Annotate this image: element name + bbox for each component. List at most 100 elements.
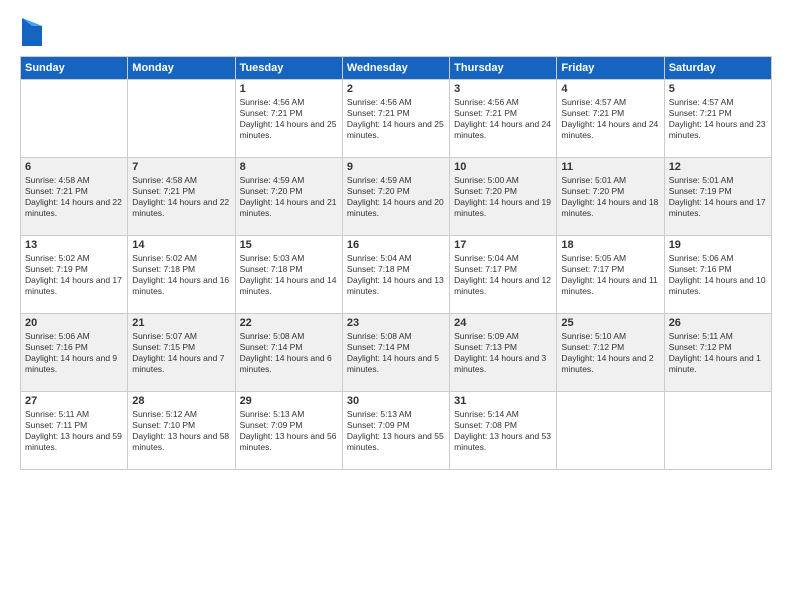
calendar-cell: 7Sunrise: 4:58 AMSunset: 7:21 PMDaylight… bbox=[128, 158, 235, 236]
day-number: 24 bbox=[454, 317, 552, 329]
logo bbox=[20, 18, 42, 46]
cell-info: Sunrise: 5:05 AMSunset: 7:17 PMDaylight:… bbox=[561, 253, 659, 297]
cell-info: Sunrise: 5:11 AMSunset: 7:12 PMDaylight:… bbox=[669, 331, 767, 375]
cell-info: Sunrise: 5:07 AMSunset: 7:15 PMDaylight:… bbox=[132, 331, 230, 375]
calendar-cell bbox=[21, 80, 128, 158]
cell-info: Sunrise: 5:08 AMSunset: 7:14 PMDaylight:… bbox=[240, 331, 338, 375]
cell-info: Sunrise: 5:06 AMSunset: 7:16 PMDaylight:… bbox=[25, 331, 123, 375]
cell-info: Sunrise: 5:02 AMSunset: 7:18 PMDaylight:… bbox=[132, 253, 230, 297]
cell-info: Sunrise: 5:03 AMSunset: 7:18 PMDaylight:… bbox=[240, 253, 338, 297]
day-number: 4 bbox=[561, 83, 659, 95]
header-day-sunday: Sunday bbox=[21, 57, 128, 80]
cell-info: Sunrise: 5:12 AMSunset: 7:10 PMDaylight:… bbox=[132, 409, 230, 453]
day-number: 2 bbox=[347, 83, 445, 95]
day-number: 26 bbox=[669, 317, 767, 329]
calendar-cell bbox=[128, 80, 235, 158]
header-day-tuesday: Tuesday bbox=[235, 57, 342, 80]
calendar-cell: 4 Sunrise: 4:57 AMSunset: 7:21 PMDaylight… bbox=[557, 80, 664, 158]
day-number: 6 bbox=[25, 161, 123, 173]
calendar-cell bbox=[664, 392, 771, 470]
cell-info: Sunrise: 5:10 AMSunset: 7:12 PMDaylight:… bbox=[561, 331, 659, 375]
page: SundayMondayTuesdayWednesdayThursdayFrid… bbox=[0, 0, 792, 612]
header-row: SundayMondayTuesdayWednesdayThursdayFrid… bbox=[21, 57, 772, 80]
calendar-cell: 16Sunrise: 5:04 AMSunset: 7:18 PMDayligh… bbox=[342, 236, 449, 314]
cell-info: Sunrise: 5:00 AMSunset: 7:20 PMDaylight:… bbox=[454, 175, 552, 219]
calendar-cell: 3Sunrise: 4:56 AMSunset: 7:21 PMDaylight… bbox=[450, 80, 557, 158]
header-day-wednesday: Wednesday bbox=[342, 57, 449, 80]
calendar-cell: 8 Sunrise: 4:59 AMSunset: 7:20 PMDaylight… bbox=[235, 158, 342, 236]
cell-info: Sunrise: 4:57 AMSunset: 7:21 PMDaylight:… bbox=[561, 97, 659, 141]
day-number: 7 bbox=[132, 161, 230, 173]
calendar-header: SundayMondayTuesdayWednesdayThursdayFrid… bbox=[21, 57, 772, 80]
header-day-thursday: Thursday bbox=[450, 57, 557, 80]
calendar-cell: 14 Sunrise: 5:02 AMSunset: 7:18 PMDayligh… bbox=[128, 236, 235, 314]
calendar-cell: 24 Sunrise: 5:09 AMSunset: 7:13 PMDayligh… bbox=[450, 314, 557, 392]
calendar-cell: 17 Sunrise: 5:04 AMSunset: 7:17 PMDayligh… bbox=[450, 236, 557, 314]
logo-icon bbox=[22, 18, 42, 46]
calendar-body: 1 Sunrise: 4:56 AMSunset: 7:21 PMDaylight… bbox=[21, 80, 772, 470]
calendar-cell: 22 Sunrise: 5:08 AMSunset: 7:14 PMDayligh… bbox=[235, 314, 342, 392]
day-number: 31 bbox=[454, 395, 552, 407]
cell-info: Sunrise: 5:04 AMSunset: 7:17 PMDaylight:… bbox=[454, 253, 552, 297]
calendar-cell: 5 Sunrise: 4:57 AMSunset: 7:21 PMDaylight… bbox=[664, 80, 771, 158]
day-number: 5 bbox=[669, 83, 767, 95]
week-row-4: 20Sunrise: 5:06 AMSunset: 7:16 PMDayligh… bbox=[21, 314, 772, 392]
calendar-cell: 6Sunrise: 4:58 AMSunset: 7:21 PMDaylight… bbox=[21, 158, 128, 236]
week-row-1: 1 Sunrise: 4:56 AMSunset: 7:21 PMDaylight… bbox=[21, 80, 772, 158]
calendar-cell: 28 Sunrise: 5:12 AMSunset: 7:10 PMDayligh… bbox=[128, 392, 235, 470]
calendar-cell: 18Sunrise: 5:05 AMSunset: 7:17 PMDayligh… bbox=[557, 236, 664, 314]
calendar-cell: 26 Sunrise: 5:11 AMSunset: 7:12 PMDayligh… bbox=[664, 314, 771, 392]
cell-info: Sunrise: 4:57 AMSunset: 7:21 PMDaylight:… bbox=[669, 97, 767, 141]
day-number: 29 bbox=[240, 395, 338, 407]
calendar-cell: 23 Sunrise: 5:08 AMSunset: 7:14 PMDayligh… bbox=[342, 314, 449, 392]
day-number: 8 bbox=[240, 161, 338, 173]
calendar-table: SundayMondayTuesdayWednesdayThursdayFrid… bbox=[20, 56, 772, 470]
cell-info: Sunrise: 5:01 AMSunset: 7:20 PMDaylight:… bbox=[561, 175, 659, 219]
cell-info: Sunrise: 4:59 AMSunset: 7:20 PMDaylight:… bbox=[347, 175, 445, 219]
cell-info: Sunrise: 5:04 AMSunset: 7:18 PMDaylight:… bbox=[347, 253, 445, 297]
cell-info: Sunrise: 5:06 AMSunset: 7:16 PMDaylight:… bbox=[669, 253, 767, 297]
cell-info: Sunrise: 4:59 AMSunset: 7:20 PMDaylight:… bbox=[240, 175, 338, 219]
day-number: 25 bbox=[561, 317, 659, 329]
day-number: 3 bbox=[454, 83, 552, 95]
header-day-friday: Friday bbox=[557, 57, 664, 80]
day-number: 17 bbox=[454, 239, 552, 251]
header-day-saturday: Saturday bbox=[664, 57, 771, 80]
cell-info: Sunrise: 4:56 AMSunset: 7:21 PMDaylight:… bbox=[240, 97, 338, 141]
cell-info: Sunrise: 5:08 AMSunset: 7:14 PMDaylight:… bbox=[347, 331, 445, 375]
day-number: 23 bbox=[347, 317, 445, 329]
calendar-cell: 10Sunrise: 5:00 AMSunset: 7:20 PMDayligh… bbox=[450, 158, 557, 236]
cell-info: Sunrise: 5:13 AMSunset: 7:09 PMDaylight:… bbox=[240, 409, 338, 453]
cell-info: Sunrise: 5:09 AMSunset: 7:13 PMDaylight:… bbox=[454, 331, 552, 375]
cell-info: Sunrise: 5:14 AMSunset: 7:08 PMDaylight:… bbox=[454, 409, 552, 453]
calendar-cell: 20Sunrise: 5:06 AMSunset: 7:16 PMDayligh… bbox=[21, 314, 128, 392]
header bbox=[20, 18, 772, 46]
header-day-monday: Monday bbox=[128, 57, 235, 80]
calendar-cell: 15Sunrise: 5:03 AMSunset: 7:18 PMDayligh… bbox=[235, 236, 342, 314]
day-number: 13 bbox=[25, 239, 123, 251]
cell-info: Sunrise: 5:11 AMSunset: 7:11 PMDaylight:… bbox=[25, 409, 123, 453]
day-number: 19 bbox=[669, 239, 767, 251]
calendar-cell: 12Sunrise: 5:01 AMSunset: 7:19 PMDayligh… bbox=[664, 158, 771, 236]
day-number: 9 bbox=[347, 161, 445, 173]
day-number: 1 bbox=[240, 83, 338, 95]
week-row-2: 6Sunrise: 4:58 AMSunset: 7:21 PMDaylight… bbox=[21, 158, 772, 236]
day-number: 22 bbox=[240, 317, 338, 329]
calendar-cell: 9 Sunrise: 4:59 AMSunset: 7:20 PMDaylight… bbox=[342, 158, 449, 236]
calendar-cell: 11 Sunrise: 5:01 AMSunset: 7:20 PMDayligh… bbox=[557, 158, 664, 236]
calendar-cell: 19 Sunrise: 5:06 AMSunset: 7:16 PMDayligh… bbox=[664, 236, 771, 314]
cell-info: Sunrise: 5:13 AMSunset: 7:09 PMDaylight:… bbox=[347, 409, 445, 453]
day-number: 11 bbox=[561, 161, 659, 173]
day-number: 14 bbox=[132, 239, 230, 251]
calendar-cell: 25 Sunrise: 5:10 AMSunset: 7:12 PMDayligh… bbox=[557, 314, 664, 392]
day-number: 27 bbox=[25, 395, 123, 407]
calendar-cell: 21 Sunrise: 5:07 AMSunset: 7:15 PMDayligh… bbox=[128, 314, 235, 392]
day-number: 28 bbox=[132, 395, 230, 407]
calendar-cell: 13 Sunrise: 5:02 AMSunset: 7:19 PMDayligh… bbox=[21, 236, 128, 314]
calendar-cell: 27 Sunrise: 5:11 AMSunset: 7:11 PMDayligh… bbox=[21, 392, 128, 470]
day-number: 21 bbox=[132, 317, 230, 329]
calendar-cell: 29 Sunrise: 5:13 AMSunset: 7:09 PMDayligh… bbox=[235, 392, 342, 470]
cell-info: Sunrise: 5:01 AMSunset: 7:19 PMDaylight:… bbox=[669, 175, 767, 219]
calendar-cell bbox=[557, 392, 664, 470]
cell-info: Sunrise: 5:02 AMSunset: 7:19 PMDaylight:… bbox=[25, 253, 123, 297]
